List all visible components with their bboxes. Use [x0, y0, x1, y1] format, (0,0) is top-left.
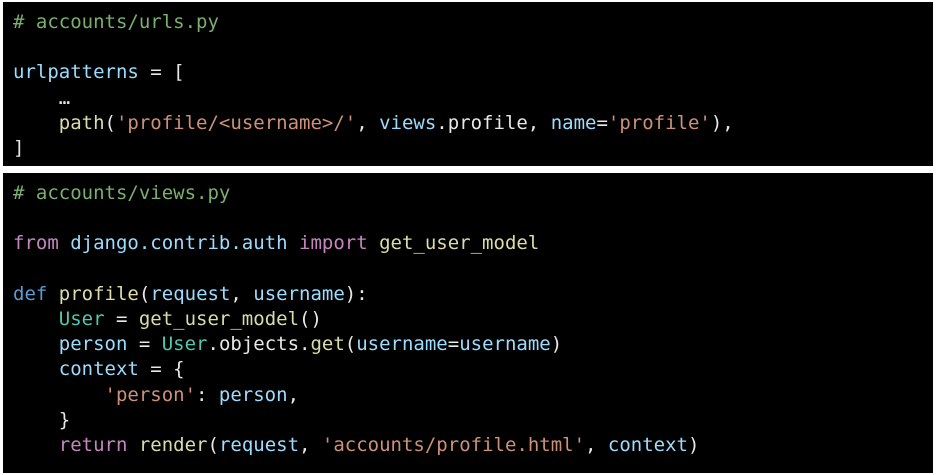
punct: ,: [299, 433, 322, 456]
keyword: def: [13, 282, 48, 305]
keyword-arg: name: [550, 111, 597, 134]
punct: ]: [13, 136, 25, 159]
class-name: User: [161, 333, 208, 356]
punct: ):: [344, 282, 368, 305]
comment: # accounts/urls.py: [13, 11, 219, 33]
punct: ): [550, 333, 563, 356]
punct: =: [447, 333, 460, 356]
code-line-context: context = {: [13, 357, 923, 382]
keyword: import: [299, 232, 368, 255]
ellipsis: …: [58, 86, 71, 109]
punct: }: [58, 408, 71, 431]
string: 'profile': [607, 111, 711, 134]
code-line-user: User = get_user_model(): [13, 307, 923, 332]
function-name: get: [310, 333, 345, 356]
punct: (: [344, 333, 357, 356]
code-line-person: person = User.objects.get(username=usern…: [13, 332, 923, 357]
function-name: get_user_model: [138, 307, 300, 330]
code-line-dict-entry: 'person': person,: [13, 383, 923, 408]
code-panel-urls: # accounts/urls.py urlpatterns = [ … pat…: [3, 2, 933, 166]
module-name: views: [379, 111, 437, 134]
code-line-dict-close: }: [13, 408, 923, 433]
keyword-arg: username: [356, 333, 448, 356]
code-line-comment: # accounts/urls.py: [13, 10, 923, 35]
punct: ,: [287, 383, 300, 406]
class-name: User: [58, 307, 105, 330]
code-line-urlpatterns: urlpatterns = [: [13, 60, 923, 85]
punct: ,: [585, 433, 608, 456]
punct: (: [207, 433, 219, 456]
variable: person: [58, 333, 128, 356]
operator: = [: [138, 61, 185, 84]
keyword: return: [58, 433, 128, 456]
code-line-def: def profile(request, username):: [13, 282, 923, 307]
punct: (: [138, 282, 151, 305]
punct: :: [196, 383, 219, 406]
operator: =: [104, 307, 139, 330]
punct: ,: [356, 111, 380, 134]
code-line-ellipsis: …: [13, 86, 923, 111]
comment: # accounts/views.py: [13, 182, 231, 204]
variable: context: [58, 358, 139, 381]
string: 'profile/<username>/': [115, 111, 357, 134]
param: request: [150, 282, 231, 305]
function-name: profile: [58, 282, 139, 305]
operator: = {: [138, 358, 185, 381]
variable: username: [459, 333, 551, 356]
function-name: render: [138, 433, 208, 456]
code-line-import: from django.contrib.auth import get_user…: [13, 231, 923, 256]
punct: ): [688, 433, 700, 456]
code-panel-views: # accounts/views.py from django.contrib.…: [3, 173, 933, 473]
code-line-comment: # accounts/views.py: [13, 181, 923, 206]
function-name: path: [58, 111, 105, 134]
code-line-close: ]: [13, 136, 923, 161]
string: 'accounts/profile.html': [321, 433, 586, 456]
variable: context: [607, 433, 688, 456]
variable: urlpatterns: [13, 61, 139, 84]
operator: =: [127, 333, 162, 356]
punct: ),: [710, 111, 734, 134]
module-name: django.contrib.auth: [70, 232, 288, 255]
variable: request: [218, 433, 300, 456]
function-name: get_user_model: [379, 232, 540, 255]
param: username: [253, 282, 345, 305]
code-line-return: return render(request, 'accounts/profile…: [13, 433, 923, 458]
attribute: .objects.: [207, 333, 311, 356]
string: 'person': [104, 383, 197, 406]
variable: person: [218, 383, 288, 406]
attribute: .profile,: [436, 111, 551, 134]
punct: (: [104, 111, 116, 134]
punct: (): [299, 307, 322, 330]
keyword: from: [13, 232, 59, 255]
code-line-path: path('profile/<username>/', views.profil…: [13, 111, 923, 136]
punct: ,: [230, 282, 254, 305]
punct: =: [596, 111, 608, 134]
